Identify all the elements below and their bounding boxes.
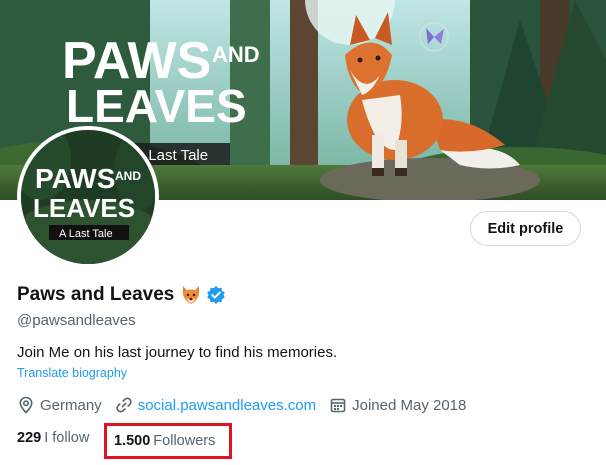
followers-label: Followers	[153, 433, 216, 449]
fox-emoji-icon	[180, 284, 202, 306]
following-link[interactable]: 229 I follow	[17, 430, 89, 446]
svg-text:AND: AND	[115, 169, 141, 183]
profile-handle: @pawsandleaves	[17, 312, 136, 329]
followers-link[interactable]: 1.500 Followers	[104, 423, 232, 459]
followers-count: 1.500	[114, 433, 151, 449]
joined-date-text: Joined May 2018	[352, 396, 467, 414]
link-icon	[116, 397, 132, 413]
website-link[interactable]: social.pawsandleaves.com	[138, 397, 316, 414]
avatar[interactable]: PAWS AND LEAVES A Last Tale	[17, 126, 159, 268]
location-text: Germany	[40, 396, 102, 414]
follow-stats-row: 229 I follow	[17, 430, 89, 446]
location-item: Germany	[17, 396, 102, 414]
svg-text:LEAVES: LEAVES	[66, 80, 247, 132]
following-count: 229	[17, 430, 42, 446]
calendar-icon	[330, 398, 346, 413]
location-pin-icon	[19, 396, 33, 414]
verified-badge-icon[interactable]	[206, 285, 226, 305]
profile-name-row: Paws and Leaves	[17, 284, 226, 306]
following-label: I follow	[44, 430, 90, 446]
profile-name: Paws and Leaves	[17, 284, 175, 305]
edit-profile-button[interactable]: Edit profile	[470, 211, 581, 246]
svg-text:LEAVES: LEAVES	[33, 193, 135, 223]
svg-text:PAWS: PAWS	[35, 163, 115, 194]
profile-bio: Join Me on his last journey to find his …	[17, 344, 338, 361]
profile-meta-row: Germany social.pawsandleaves.com Joined …	[17, 396, 479, 414]
avatar-logo-image: PAWS AND LEAVES A Last Tale	[21, 130, 155, 264]
svg-text:AND: AND	[212, 42, 260, 67]
translate-biography-link[interactable]: Translate biography	[17, 366, 127, 380]
website-item: social.pawsandleaves.com	[115, 396, 316, 414]
joined-item: Joined May 2018	[329, 396, 466, 414]
svg-text:A Last Tale: A Last Tale	[59, 228, 113, 240]
